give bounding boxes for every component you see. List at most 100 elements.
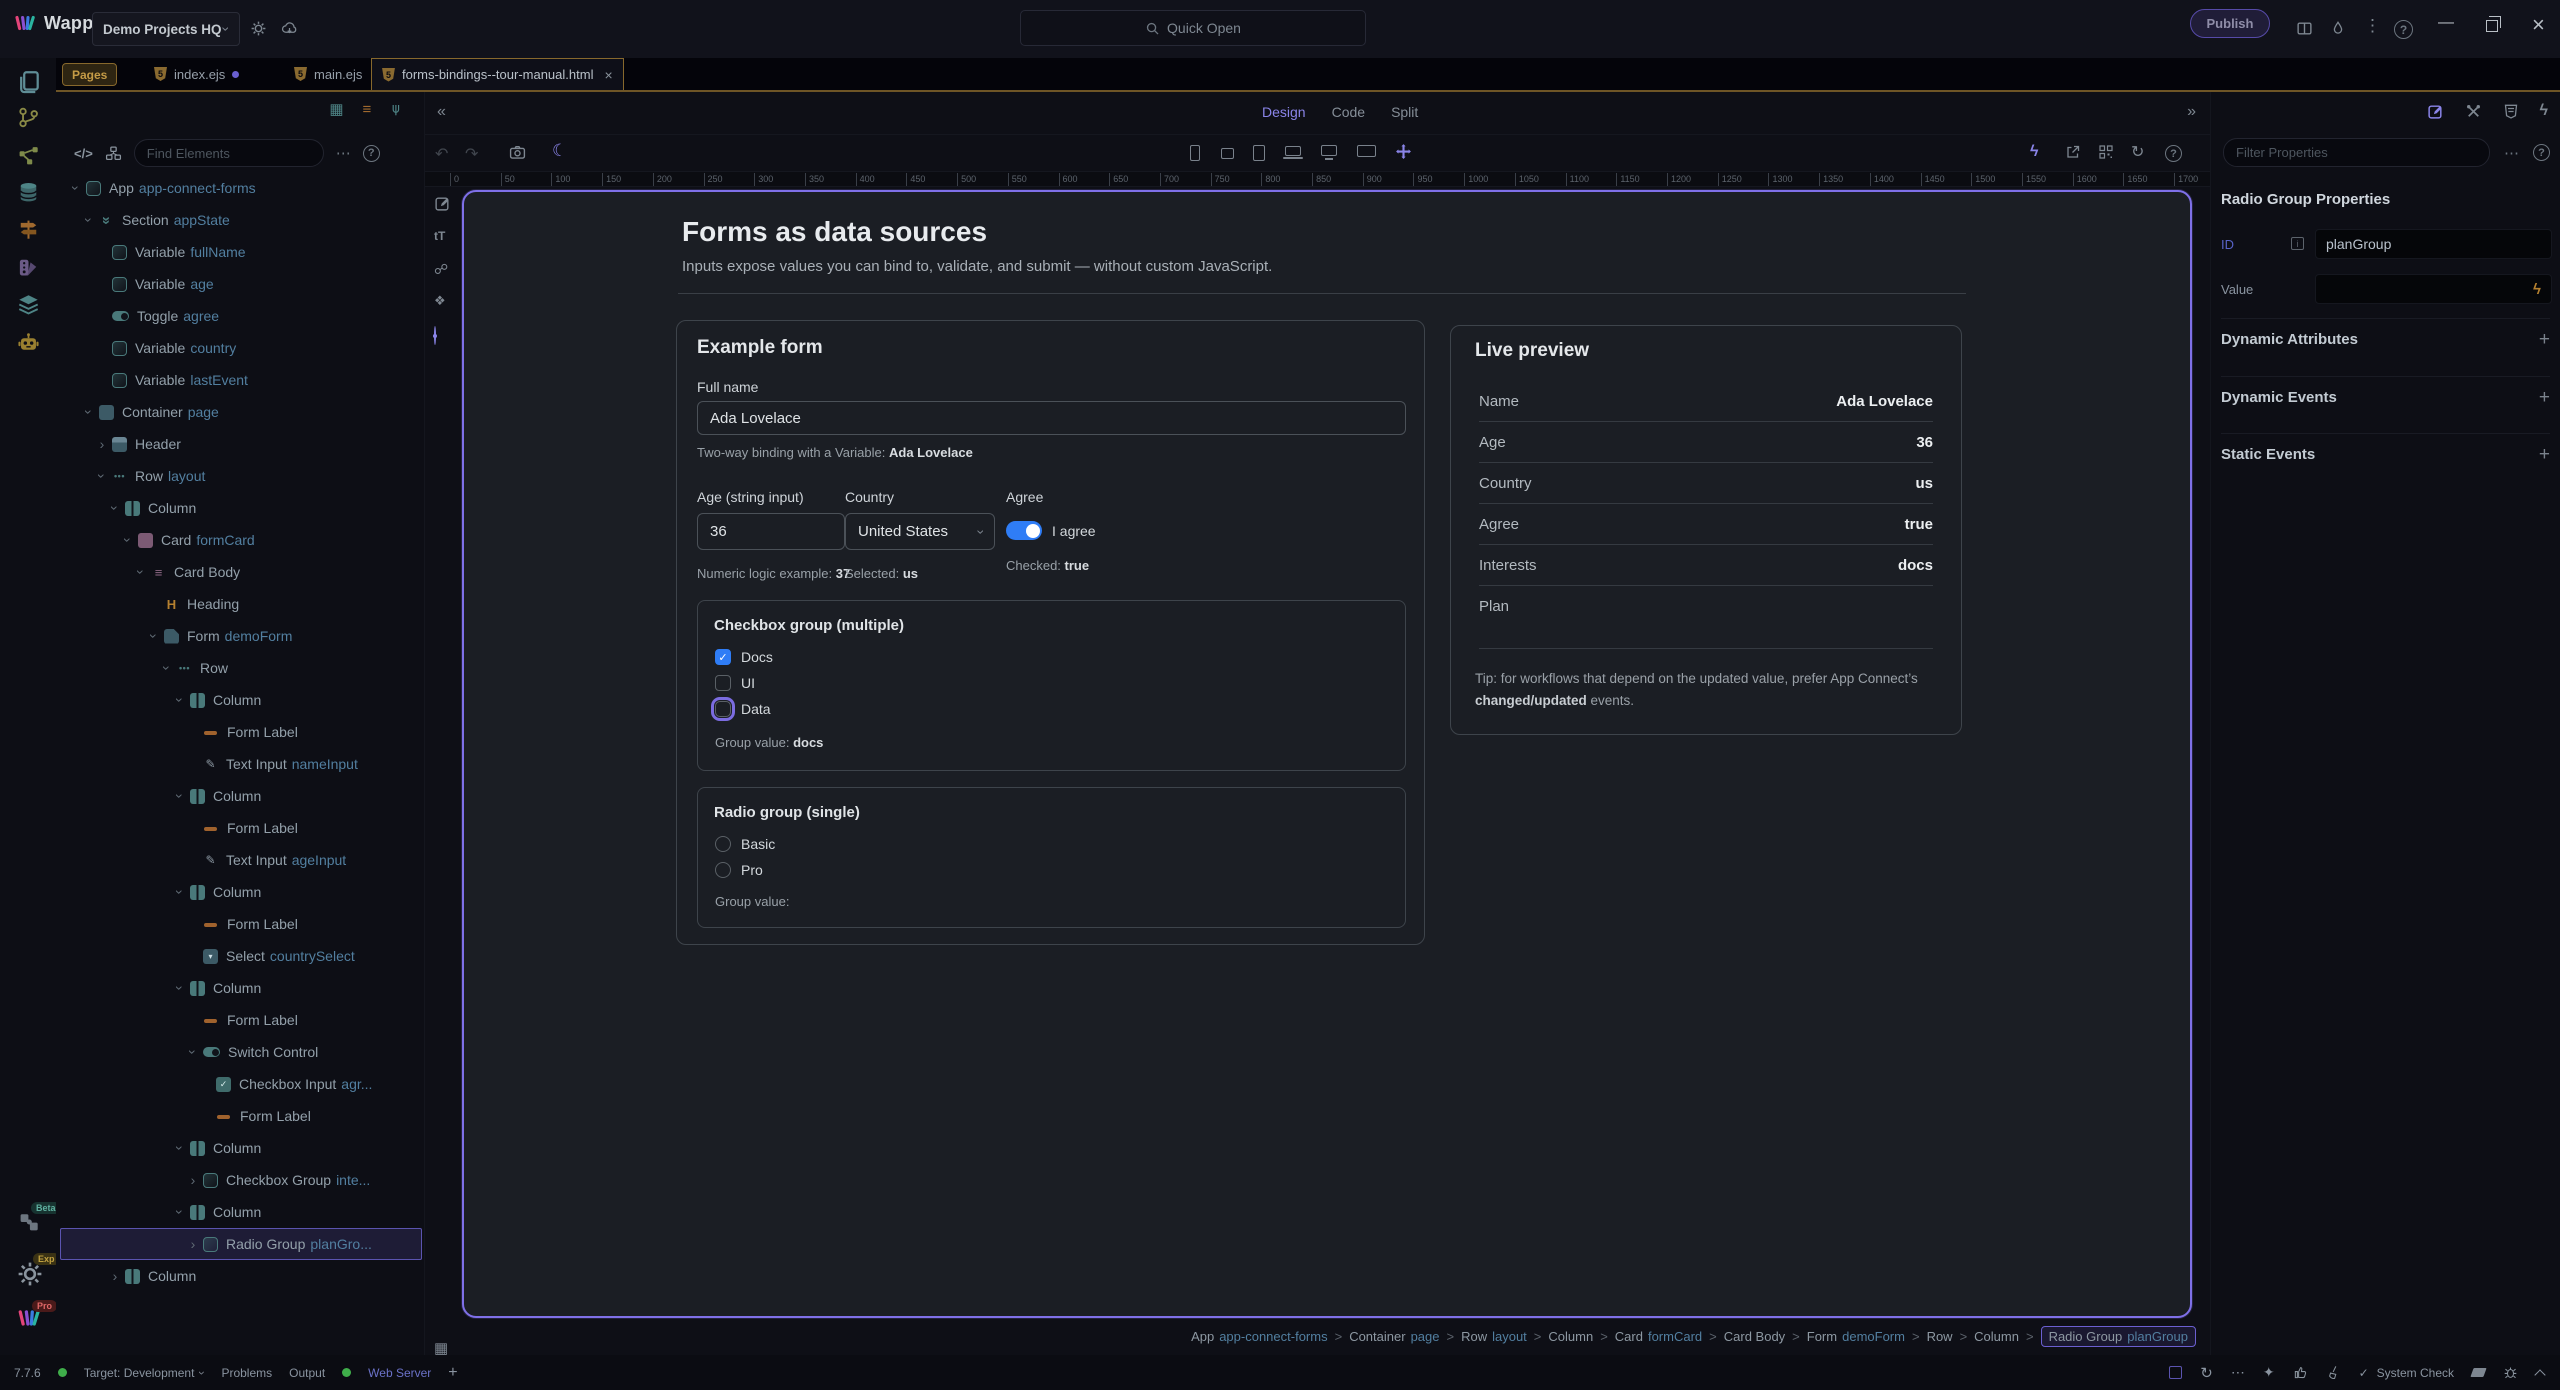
tree-item-variable-lastevent[interactable]: VariablelastEvent — [60, 364, 422, 396]
selection-mode-icon[interactable] — [2169, 1366, 2182, 1379]
workflow-bolt-icon[interactable]: ϟ — [2540, 102, 2548, 120]
tree-item-column[interactable]: ›Column — [60, 1196, 422, 1228]
eye-visibility-icon[interactable] — [434, 327, 436, 345]
device-phone-landscape-icon[interactable] — [1221, 148, 1234, 159]
tree-item-select-countryselect[interactable]: ▾SelectcountrySelect — [60, 940, 422, 972]
breadcrumb-item-form[interactable]: FormdemoForm — [1807, 1329, 1905, 1344]
tree-item-header[interactable]: ›Header — [60, 428, 422, 460]
tree-item-column[interactable]: ›Column — [60, 876, 422, 908]
dark-mode-moon-icon[interactable]: ☾ — [552, 141, 567, 161]
tree-item-row-layout[interactable]: ›•••Rowlayout — [60, 460, 422, 492]
tree-item-column[interactable]: ›Column — [60, 1260, 422, 1292]
chevron-expanded-icon[interactable]: › — [94, 468, 110, 484]
chevron-collapsed-icon[interactable]: › — [185, 1172, 201, 1188]
chevron-expanded-icon[interactable]: › — [172, 1204, 188, 1220]
breadcrumb-item-card[interactable]: CardformCard — [1615, 1329, 1702, 1344]
components-icon[interactable] — [105, 145, 122, 162]
publish-button[interactable]: Publish — [2190, 9, 2270, 38]
add-icon[interactable]: + — [2539, 329, 2550, 351]
collapse-left-icon[interactable]: « — [437, 103, 446, 121]
chevron-expanded-icon[interactable]: › — [159, 660, 175, 676]
device-tablet-icon[interactable] — [1253, 145, 1265, 161]
tree-item-form-label[interactable]: Form Label — [60, 716, 422, 748]
tree-item-variable-country[interactable]: Variablecountry — [60, 332, 422, 364]
properties-more-icon[interactable]: ⋯ — [2504, 144, 2519, 162]
pro-logo-icon[interactable]: Pro — [17, 1308, 41, 1329]
chevron-collapsed-icon[interactable]: › — [107, 1268, 123, 1284]
chevron-expanded-icon[interactable]: › — [172, 692, 188, 708]
properties-edit-icon[interactable] — [2427, 103, 2444, 120]
canvas-help-icon[interactable]: ? — [2165, 145, 2182, 162]
breadcrumb-item-radio-group[interactable]: Radio GroupplanGroup — [2041, 1326, 2196, 1347]
app-page-outline[interactable]: Forms as data sources Inputs expose valu… — [462, 190, 2192, 1318]
open-in-browser-icon[interactable] — [2065, 144, 2081, 160]
collapse-right-icon[interactable]: » — [2187, 103, 2196, 121]
tree-item-checkbox-group-inte-[interactable]: ›Checkbox Groupinte... — [60, 1164, 422, 1196]
add-icon[interactable]: + — [2539, 444, 2550, 466]
window-close-button[interactable]: × — [2532, 12, 2545, 38]
chevron-collapsed-icon[interactable]: › — [94, 436, 110, 452]
qr-code-icon[interactable] — [2098, 144, 2114, 160]
chevron-expanded-icon[interactable]: › — [172, 788, 188, 804]
status-more-icon[interactable]: ⋯ — [2231, 1364, 2245, 1381]
tree-item-variable-fullname[interactable]: VariablefullName — [60, 236, 422, 268]
chevron-expanded-icon[interactable]: › — [81, 404, 97, 420]
chevron-expanded-icon[interactable]: › — [172, 1140, 188, 1156]
breadcrumb-item-card-body[interactable]: Card Body — [1724, 1329, 1785, 1344]
tree-help-icon[interactable]: ? — [363, 145, 380, 162]
tab-code[interactable]: Code — [1332, 104, 1365, 120]
chevron-up-icon[interactable] — [2534, 1369, 2545, 1380]
chevron-expanded-icon[interactable]: › — [185, 1044, 201, 1060]
page-subheading[interactable]: Inputs expose values you can bind to, va… — [682, 258, 1272, 275]
tree-item-form-demoform[interactable]: ›FormdemoForm — [60, 620, 422, 652]
tree-item-toggle-agree[interactable]: Toggleagree — [60, 300, 422, 332]
id-input[interactable]: planGroup — [2315, 229, 2552, 259]
device-phone-icon[interactable] — [1190, 145, 1200, 161]
device-laptop-icon[interactable] — [1285, 146, 1303, 159]
tree-item-text-input-nameinput[interactable]: ✎Text InputnameInput — [60, 748, 422, 780]
refresh-icon[interactable]: ↻ — [2131, 142, 2144, 162]
chevron-collapsed-icon[interactable]: › — [185, 1236, 201, 1252]
screenshot-camera-icon[interactable] — [509, 144, 526, 161]
device-tv-icon[interactable] — [1357, 145, 1376, 157]
breadcrumb-item-column[interactable]: Column — [1548, 1329, 1593, 1344]
dynamic-value-bolt-icon[interactable]: ϟ — [2533, 281, 2541, 298]
inspect-tool-icon[interactable]: ☍ — [434, 261, 448, 278]
tree-item-column[interactable]: ›Column — [60, 1132, 422, 1164]
tree-item-form-label[interactable]: Form Label — [60, 1004, 422, 1036]
layers-panel-icon[interactable] — [17, 293, 40, 316]
page-heading[interactable]: Forms as data sources — [682, 216, 987, 248]
tree-item-form-label[interactable]: Form Label — [60, 908, 422, 940]
web-server-button[interactable]: Web Server — [368, 1366, 431, 1380]
tree-item-app-app-connect-forms[interactable]: ›Appapp-connect-forms — [60, 172, 422, 204]
eraser-icon[interactable] — [2470, 1368, 2486, 1377]
quick-open-button[interactable]: Quick Open — [1020, 10, 1366, 46]
move-tool-icon[interactable] — [1395, 143, 1412, 160]
chevron-expanded-icon[interactable]: › — [120, 532, 136, 548]
window-restore-button[interactable] — [2486, 20, 2498, 32]
add-element-icon[interactable]: ▦ — [329, 100, 343, 118]
tree-item-checkbox-input-agr-[interactable]: ✓Checkbox Inputagr... — [60, 1068, 422, 1100]
chevron-expanded-icon[interactable]: › — [68, 180, 84, 196]
help-icon[interactable]: ? — [2394, 20, 2413, 39]
tab-design[interactable]: Design — [1262, 104, 1306, 120]
tree-item-card-body[interactable]: ›≡Card Body — [60, 556, 422, 588]
radio-pro[interactable] — [715, 862, 731, 878]
checkbox-docs[interactable]: ✓ — [715, 649, 731, 665]
tree-item-column[interactable]: ›Column — [60, 492, 422, 524]
extensions-panel-icon[interactable]: Beta — [17, 1210, 41, 1234]
add-icon[interactable]: + — [2539, 387, 2550, 409]
chevron-expanded-icon[interactable]: › — [172, 980, 188, 996]
pages-button[interactable]: Pages — [62, 63, 117, 86]
info-icon[interactable]: i — [2291, 237, 2304, 250]
properties-help-icon[interactable]: ? — [2533, 144, 2550, 161]
ai-assistant-panel-icon[interactable] — [17, 331, 40, 354]
chevron-expanded-icon[interactable]: › — [133, 564, 149, 580]
tree-item-switch-control[interactable]: ›Switch Control — [60, 1036, 422, 1068]
section-dynamic-events[interactable]: Dynamic Events+ — [2221, 376, 2550, 418]
app-connect-bolt-icon[interactable]: ϟ — [2030, 143, 2038, 161]
add-target-icon[interactable]: + — [448, 1364, 457, 1382]
tree-view-icon[interactable]: ⋔ — [390, 101, 402, 118]
debug-bug-icon[interactable] — [2503, 1365, 2518, 1380]
project-settings-gear-icon[interactable] — [250, 20, 267, 37]
